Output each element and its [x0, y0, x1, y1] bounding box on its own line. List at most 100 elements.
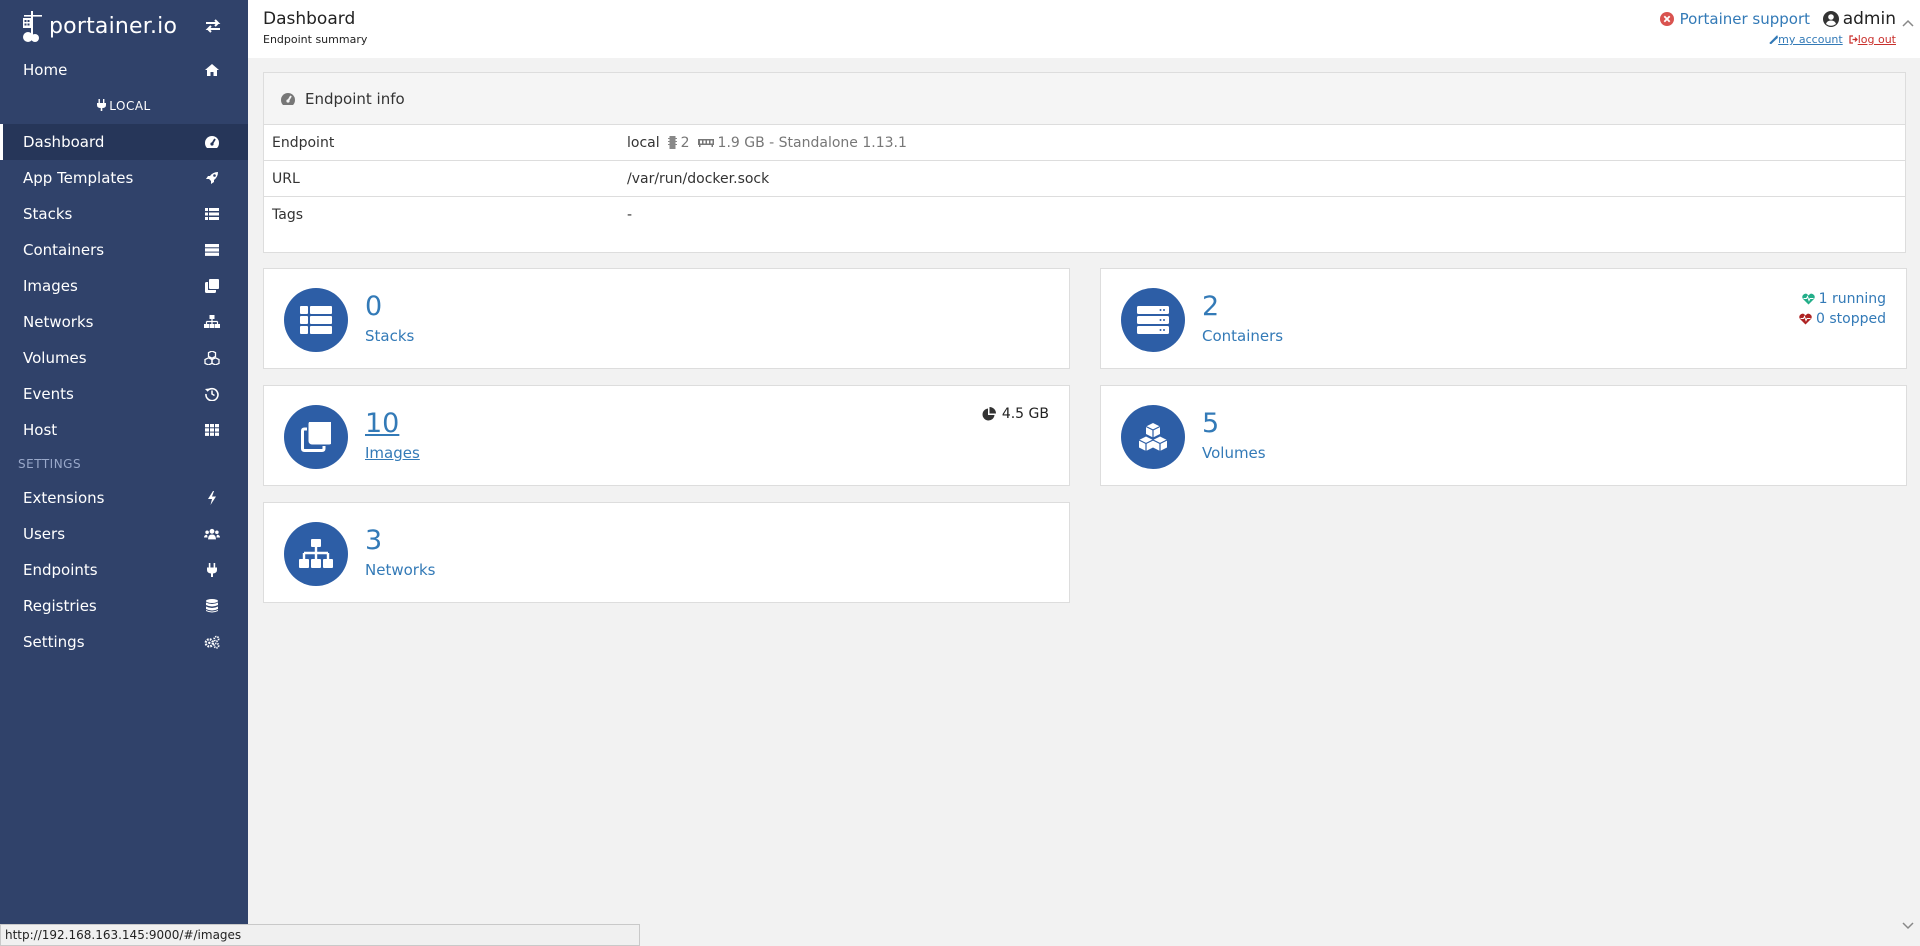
cpu-info: 2 — [660, 135, 690, 151]
info-key: URL — [272, 170, 300, 187]
sidebar-item-label: Host — [23, 421, 58, 439]
heartbeat-icon — [1799, 313, 1812, 325]
portainer-logo-icon — [23, 11, 42, 42]
tachometer-icon — [204, 134, 220, 150]
endpoint-name: local — [627, 134, 660, 151]
th-list-icon — [300, 306, 332, 334]
sitemap-icon — [299, 539, 333, 568]
sidebar-item-stacks[interactable]: Stacks — [0, 196, 248, 232]
memory-details: 1.9 GB - Standalone 1.13.1 — [717, 134, 907, 151]
stacks-widget[interactable]: 0 Stacks — [263, 268, 1070, 369]
exchange-icon[interactable] — [204, 18, 222, 37]
volumes-widget-icon — [1121, 405, 1185, 469]
cubes-icon — [204, 350, 220, 366]
info-value: local 2 1.9 GB - Standalone 1.13.1 — [627, 135, 907, 151]
stacks-widget-icon — [284, 288, 348, 352]
th-icon — [204, 422, 220, 438]
pie-chart-icon — [982, 407, 996, 421]
sidebar-item-registries[interactable]: Registries — [0, 588, 248, 624]
server-icon — [204, 242, 220, 258]
support-label: Portainer support — [1679, 10, 1810, 28]
users-icon — [204, 526, 220, 542]
sidebar: portainer.io Home LOCAL Dashboard App Te… — [0, 0, 248, 946]
memory-icon — [697, 138, 714, 147]
networks-label: Networks — [365, 561, 436, 579]
sidebar-item-label: Networks — [23, 313, 94, 331]
endpoint-name: LOCAL — [109, 99, 151, 113]
info-key: Tags — [272, 207, 303, 223]
sidebar-item-label: Settings — [23, 633, 85, 651]
heartbeat-icon — [1801, 293, 1815, 305]
portainer-logo[interactable]: portainer.io — [20, 9, 177, 43]
user-info: admin — [1822, 9, 1896, 29]
microchip-icon — [667, 136, 677, 149]
stopped-label: 0 stopped — [1816, 311, 1886, 327]
sidebar-item-volumes[interactable]: Volumes — [0, 340, 248, 376]
sidebar-item-host[interactable]: Host — [0, 412, 248, 448]
cubes-icon — [1138, 423, 1168, 451]
stopped-status: 0 stopped — [1799, 309, 1886, 329]
sidebar-item-label: Endpoints — [23, 561, 98, 579]
log-out-link[interactable]: log out — [1849, 33, 1896, 46]
settings-section-title: SETTINGS — [18, 457, 82, 471]
sidebar-item-label: Extensions — [23, 489, 105, 507]
images-label: Images — [365, 444, 420, 462]
my-account-link[interactable]: my account — [1769, 33, 1843, 46]
container-status: 1 running 0 stopped — [1799, 289, 1886, 329]
user-circle-icon — [1822, 11, 1839, 27]
times-circle-icon — [1659, 12, 1674, 26]
containers-widget[interactable]: 2 Containers 1 running 0 stopped — [1100, 268, 1907, 369]
page-subtitle: Endpoint summary — [263, 33, 368, 46]
sidebar-item-label: Images — [23, 277, 78, 295]
sign-out-icon — [1849, 35, 1858, 44]
sidebar-item-images[interactable]: Images — [0, 268, 248, 304]
networks-widget[interactable]: 3 Networks — [263, 502, 1070, 603]
sidebar-item-home[interactable]: Home — [0, 52, 248, 88]
sidebar-item-label: App Templates — [23, 169, 134, 187]
images-widget[interactable]: 10 Images 4.5 GB — [263, 385, 1070, 486]
plug-icon — [97, 98, 107, 114]
sidebar-item-users[interactable]: Users — [0, 516, 248, 552]
info-row-endpoint: Endpoint local 2 1.9 GB - Standalone 1.1… — [264, 125, 1905, 161]
images-size: 4.5 GB — [982, 406, 1049, 422]
brand: portainer.io — [0, 0, 248, 52]
images-widget-icon — [284, 405, 348, 469]
scroll-up-icon[interactable] — [1902, 12, 1914, 31]
networks-count: 3 — [365, 525, 383, 556]
sidebar-item-label: Stacks — [23, 205, 73, 223]
stacks-count: 0 — [365, 291, 383, 322]
clone-icon — [204, 278, 220, 294]
sidebar-item-events[interactable]: Events — [0, 376, 248, 412]
sidebar-item-label: Home — [23, 61, 68, 79]
sidebar-item-dashboard[interactable]: Dashboard — [0, 124, 248, 160]
scroll-down-icon[interactable] — [1902, 915, 1914, 934]
username: admin — [1842, 9, 1896, 29]
cpu-count: 2 — [680, 134, 690, 151]
sidebar-item-label: Events — [23, 385, 74, 403]
server-icon — [1137, 306, 1169, 334]
sidebar-item-endpoints[interactable]: Endpoints — [0, 552, 248, 588]
networks-widget-icon — [284, 522, 348, 586]
sidebar-item-settings[interactable]: Settings — [0, 624, 248, 660]
sidebar-item-label: Dashboard — [23, 133, 105, 151]
sidebar-item-app-templates[interactable]: App Templates — [0, 160, 248, 196]
endpoint-title: LOCAL — [0, 88, 248, 124]
page-title: Dashboard — [263, 9, 356, 29]
bolt-icon — [204, 490, 220, 506]
containers-widget-icon — [1121, 288, 1185, 352]
database-icon — [204, 598, 220, 614]
info-key: Endpoint — [272, 134, 335, 151]
sitemap-icon — [204, 314, 220, 330]
portainer-support-link[interactable]: Portainer support — [1659, 10, 1810, 28]
sidebar-item-containers[interactable]: Containers — [0, 232, 248, 268]
sidebar-item-networks[interactable]: Networks — [0, 304, 248, 340]
volumes-widget[interactable]: 5 Volumes — [1100, 385, 1907, 486]
stacks-label: Stacks — [365, 327, 415, 345]
panel-heading: Endpoint info — [264, 73, 1905, 125]
log-out-label: log out — [1857, 33, 1896, 46]
sidebar-item-extensions[interactable]: Extensions — [0, 480, 248, 516]
info-row-tags: Tags - — [264, 197, 1905, 233]
history-icon — [204, 386, 220, 402]
cogs-icon — [204, 634, 220, 650]
memory-info: 1.9 GB - Standalone 1.13.1 — [690, 135, 907, 151]
